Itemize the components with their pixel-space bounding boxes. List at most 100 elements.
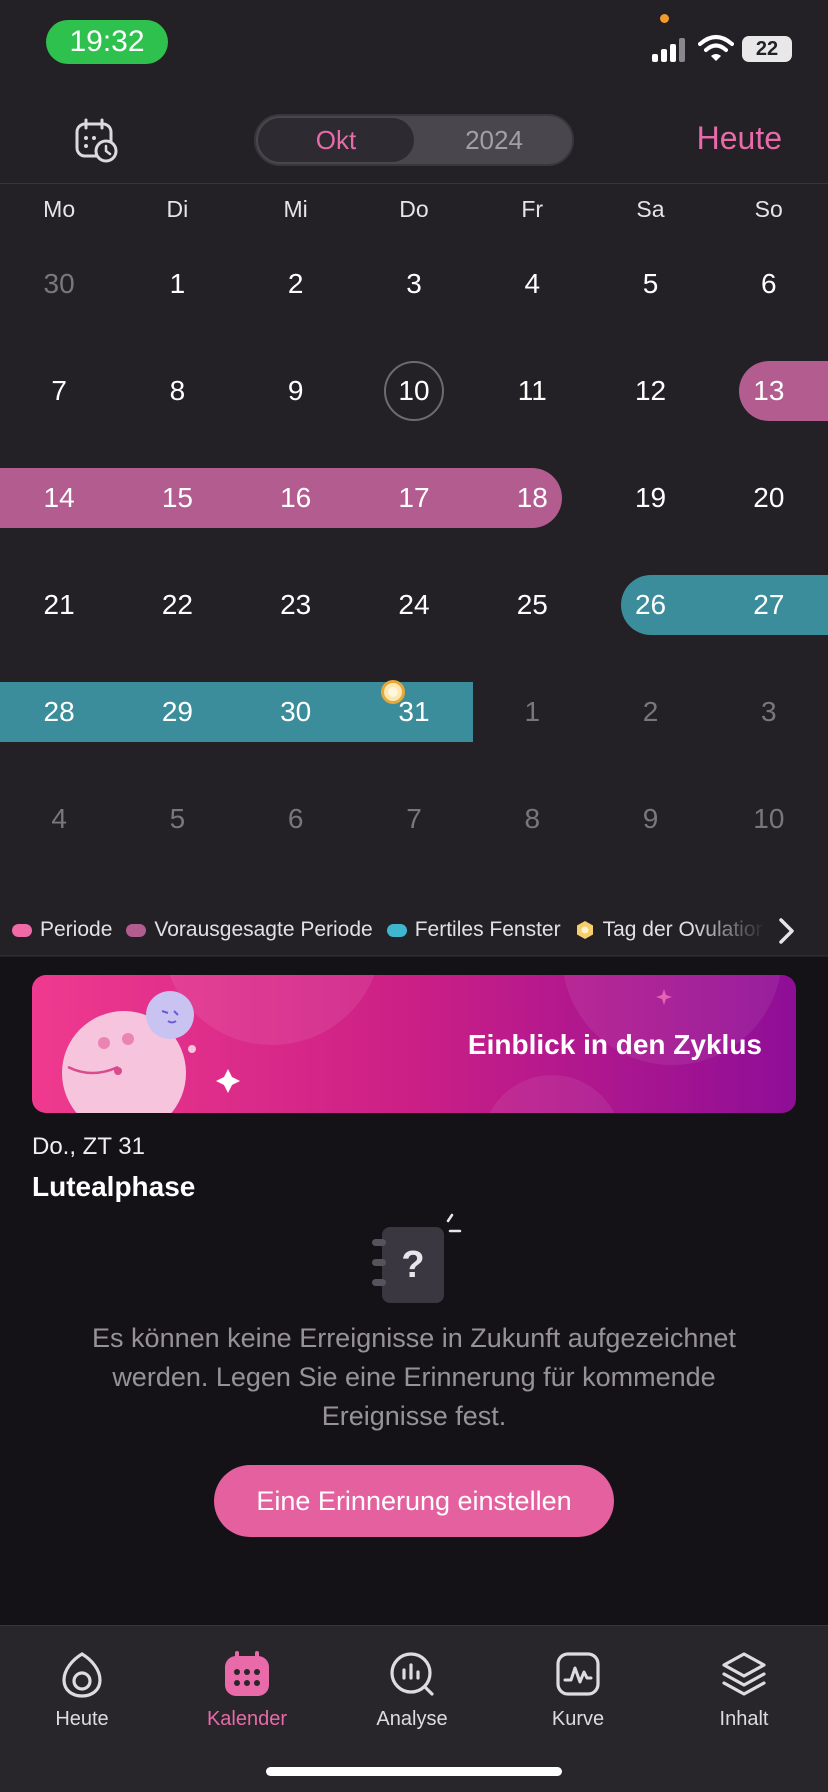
- cycle-insight-banner[interactable]: Einblick in den Zyklus: [32, 975, 796, 1113]
- status-time: 19:32: [46, 20, 168, 64]
- calendar-day[interactable]: 1: [473, 682, 591, 742]
- content-icon: [722, 1652, 766, 1696]
- wifi-icon: [698, 35, 734, 61]
- calendar-day[interactable]: 5: [118, 789, 236, 849]
- day-detail-panel: Einblick in den Zyklus Do., ZT 31 Luteal…: [0, 957, 828, 1625]
- legend-label: Tag der Ovulation: [602, 918, 762, 941]
- home-indicator: [266, 1767, 562, 1776]
- period-swatch: [12, 923, 32, 937]
- calendar-day[interactable]: 31: [355, 682, 473, 742]
- calendar-day[interactable]: 23: [237, 575, 355, 635]
- calendar-day[interactable]: 29: [118, 682, 236, 742]
- calendar-day[interactable]: 4: [0, 789, 118, 849]
- calendar-day[interactable]: 28: [0, 682, 118, 742]
- calendar-day[interactable]: 9: [591, 789, 709, 849]
- calendar-day[interactable]: 25: [473, 575, 591, 635]
- tab-label: Inhalt: [719, 1708, 769, 1730]
- tab-today[interactable]: Heute: [22, 1638, 142, 1748]
- calendar-day[interactable]: 6: [710, 254, 828, 314]
- calendar-day[interactable]: 26: [591, 575, 709, 635]
- calendar-day[interactable]: 14: [0, 468, 118, 528]
- tab-analysis[interactable]: Analyse: [352, 1638, 472, 1748]
- tab-label: Kurve: [551, 1708, 605, 1730]
- calendar-day[interactable]: 24: [355, 575, 473, 635]
- curve-icon: [556, 1652, 600, 1696]
- calendar-day[interactable]: 2: [237, 254, 355, 314]
- legend-label: Vorausgesagte Periode: [154, 918, 373, 941]
- calendar-day[interactable]: 7: [355, 789, 473, 849]
- banner-title: Einblick in den Zyklus: [467, 1029, 762, 1060]
- legend-item-period: Periode: [12, 918, 112, 942]
- calendar-history-icon[interactable]: [74, 118, 120, 164]
- month-year-switcher: Okt 2024: [254, 114, 574, 166]
- calendar-day[interactable]: 7: [0, 361, 118, 421]
- calendar-day[interactable]: 20: [710, 468, 828, 528]
- calendar-day[interactable]: 18: [473, 468, 591, 528]
- today-button[interactable]: Heute: [697, 120, 782, 157]
- today-icon: [62, 1652, 102, 1698]
- calendar-day[interactable]: 16: [237, 468, 355, 528]
- chevron-right-icon[interactable]: [776, 916, 798, 946]
- set-reminder-button[interactable]: Eine Erinnerung einstellen: [214, 1465, 614, 1537]
- cellular-signal-icon: [652, 38, 688, 62]
- calendar-day[interactable]: 17: [355, 468, 473, 528]
- weekday-label: Di: [166, 196, 189, 222]
- weekday-label: Mi: [283, 196, 308, 222]
- calendar-day[interactable]: 8: [118, 361, 236, 421]
- weekday-header: Mo Di Mi Do Fr Sa So: [0, 196, 828, 236]
- calendar-day[interactable]: 4: [473, 254, 591, 314]
- predicted-period-swatch: [126, 923, 147, 937]
- tab-label: Heute: [55, 1708, 109, 1730]
- legend-label: Periode: [40, 918, 113, 941]
- calendar-day[interactable]: 3: [355, 254, 473, 314]
- svg-text:?: ?: [401, 1244, 424, 1286]
- tab-curve[interactable]: Kurve: [518, 1638, 638, 1748]
- status-bar: 19:32 22: [0, 0, 828, 90]
- legend: Periode Vorausgesagte Periode Fertiles F…: [0, 906, 828, 956]
- fertile-swatch: [386, 923, 407, 937]
- calendar-icon: [225, 1651, 269, 1696]
- calendar-header: Okt 2024 Heute: [0, 100, 828, 184]
- calendar-day[interactable]: 9: [237, 361, 355, 421]
- calendar-day[interactable]: 11: [473, 361, 591, 421]
- cycle-phase: Lutealphase: [32, 1171, 196, 1202]
- calendar-day[interactable]: 19: [591, 468, 709, 528]
- calendar-grid: 30 1 2 3 4 5 6 7 8 9 10 11 12 13 14 15 16 17 18 19 20 21 22 23 2…: [0, 254, 828, 844]
- month-selector[interactable]: Okt: [258, 118, 414, 162]
- ovulation-marker-icon: [380, 680, 405, 704]
- calendar-day[interactable]: 12: [591, 361, 709, 421]
- calendar-day[interactable]: 10: [355, 361, 473, 421]
- selected-day-label: Do., ZT 31: [32, 1133, 145, 1160]
- ovulation-hexagon-icon: [576, 921, 593, 939]
- calendar-day[interactable]: 21: [0, 575, 118, 635]
- calendar-day[interactable]: 8: [473, 789, 591, 849]
- calendar-day[interactable]: 30: [0, 254, 118, 314]
- unknown-notebook-icon: ?: [372, 1213, 462, 1303]
- calendar-day[interactable]: 27: [710, 575, 828, 635]
- calendar-day[interactable]: 13: [710, 361, 828, 421]
- tab-content[interactable]: Inhalt: [684, 1638, 804, 1748]
- legend-item-predicted-period: Vorausgesagte Periode: [126, 918, 373, 942]
- calendar-day[interactable]: 6: [237, 789, 355, 849]
- calendar-day[interactable]: 10: [710, 789, 828, 849]
- calendar-day[interactable]: 22: [118, 575, 236, 635]
- calendar-day[interactable]: 30: [237, 682, 355, 742]
- weekday-label: Do: [399, 196, 429, 222]
- empty-state-message: Es können keine Erreignisse in Zukunft a…: [92, 1323, 736, 1431]
- calendar-day[interactable]: 3: [710, 682, 828, 742]
- calendar-day[interactable]: 15: [118, 468, 236, 528]
- tab-label: Analyse: [376, 1708, 448, 1730]
- year-selector[interactable]: 2024: [416, 118, 572, 162]
- tab-calendar[interactable]: Kalender: [187, 1638, 307, 1748]
- tab-label: Kalender: [206, 1708, 288, 1730]
- calendar-day[interactable]: 1: [118, 254, 236, 314]
- weekday-label: Fr: [521, 196, 544, 222]
- calendar-day[interactable]: 2: [591, 682, 709, 742]
- battery-indicator: 22: [742, 36, 792, 62]
- legend-item-fertile-window: Fertiles Fenster: [386, 918, 561, 942]
- weekday-label: So: [754, 196, 783, 222]
- legend-row: Periode Vorausgesagte Periode Fertiles F…: [12, 918, 762, 942]
- analysis-icon: [390, 1652, 434, 1696]
- calendar-day[interactable]: 5: [591, 254, 709, 314]
- weekday-label: Sa: [636, 196, 665, 222]
